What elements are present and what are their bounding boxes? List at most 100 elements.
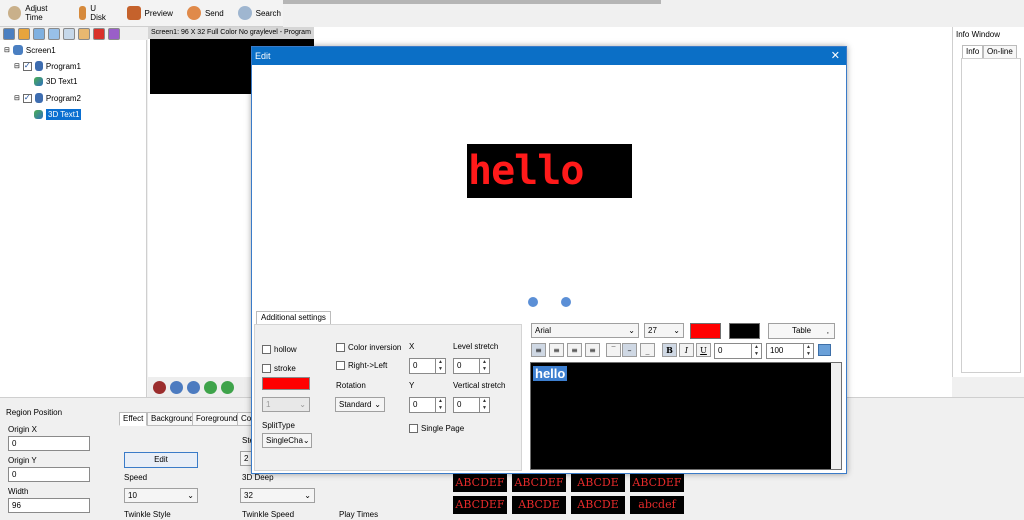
text-editor[interactable]: hello: [530, 362, 842, 470]
pause-icon[interactable]: [153, 380, 166, 394]
tree-node-3d-text1-selected[interactable]: 3D Text1: [34, 109, 82, 120]
tab-foreground[interactable]: Foreground: [192, 412, 242, 426]
tab-effect[interactable]: Effect: [119, 412, 148, 426]
effect-thumb-1[interactable]: ABCDEF: [453, 474, 507, 492]
image-icon[interactable]: [48, 28, 60, 40]
origin-y-input[interactable]: 0: [8, 467, 90, 482]
arrow-left-icon[interactable]: [204, 380, 217, 394]
single-page-option[interactable]: Single Page: [409, 424, 464, 433]
align-left-button[interactable]: ≡: [531, 343, 546, 357]
align-right-button[interactable]: ≡: [567, 343, 582, 357]
editor-scrollbar[interactable]: [831, 363, 841, 469]
close-icon[interactable]: ✕: [831, 47, 840, 65]
zoom-in-icon[interactable]: [528, 297, 538, 307]
x-stepper[interactable]: 0 ▲ ▼: [409, 358, 446, 374]
tree-node-screen1[interactable]: ⊟ Screen1: [4, 45, 56, 55]
tab-info[interactable]: Info: [962, 45, 984, 59]
program-icon[interactable]: [18, 28, 30, 40]
effect-thumb-5[interactable]: ABCDEF: [453, 496, 507, 514]
spacing-stepper[interactable]: 0 ▲ ▼: [714, 343, 762, 359]
single-page-checkbox[interactable]: [409, 424, 418, 433]
effect-thumb-2[interactable]: ABCDEF: [512, 474, 566, 492]
tree-node-program1[interactable]: ⊟ Program1: [14, 61, 81, 71]
down-arrow-icon[interactable]: ▼: [479, 366, 489, 373]
bold-button[interactable]: B: [662, 343, 677, 357]
down-arrow-icon[interactable]: ▼: [803, 351, 813, 358]
vertical-stretch-stepper[interactable]: 0 ▲ ▼: [453, 397, 490, 413]
valign-bottom-button[interactable]: _: [640, 343, 655, 357]
color-inversion-checkbox[interactable]: [336, 343, 345, 352]
level-stretch-stepper[interactable]: 0 ▲ ▼: [453, 358, 490, 374]
y-stepper[interactable]: 0 ▲ ▼: [409, 397, 446, 413]
search-button[interactable]: Search: [236, 2, 283, 24]
preview-button[interactable]: Preview: [125, 2, 175, 24]
stroke-checkbox[interactable]: [262, 364, 271, 373]
align-center-button[interactable]: ≡: [549, 343, 564, 357]
clock-area-icon[interactable]: [63, 28, 75, 40]
origin-x-input[interactable]: 0: [8, 436, 90, 451]
effect-thumb-4[interactable]: ABCDEF: [630, 474, 684, 492]
3d-deep-select[interactable]: 32 ⌄: [240, 488, 315, 503]
scale-stepper[interactable]: 100 ▲ ▼: [766, 343, 814, 359]
editor-text[interactable]: hello: [533, 366, 568, 381]
stroke-option[interactable]: stroke: [262, 364, 296, 373]
text-color-swatch[interactable]: [690, 323, 721, 339]
up-arrow-icon[interactable]: ▲: [479, 359, 489, 366]
valign-top-button[interactable]: ‾: [606, 343, 621, 357]
screen-icon[interactable]: [3, 28, 15, 40]
zoom-out-icon[interactable]: [561, 297, 571, 307]
tree-node-program2[interactable]: ⊟ Program2: [14, 93, 81, 103]
table-button[interactable]: Table ,: [768, 323, 835, 339]
stroke-color-swatch[interactable]: [262, 377, 310, 390]
right-left-option[interactable]: Right->Left: [336, 361, 387, 370]
text-icon[interactable]: [33, 28, 45, 40]
up-arrow-icon[interactable]: ▲: [751, 344, 761, 351]
tab-online[interactable]: On-line: [983, 45, 1017, 59]
adjust-time-button[interactable]: Adjust Time: [6, 2, 67, 24]
minus-icon[interactable]: ⊟: [4, 46, 10, 54]
delete-icon[interactable]: [93, 28, 105, 40]
italic-button[interactable]: I: [679, 343, 694, 357]
valign-middle-button[interactable]: –: [622, 343, 637, 357]
minus-icon[interactable]: ⊟: [14, 62, 20, 70]
arrow-right-icon[interactable]: [221, 380, 234, 394]
up-arrow-icon[interactable]: ▲: [435, 359, 445, 366]
up-arrow-icon[interactable]: ▲: [479, 398, 489, 405]
effect-thumb-6[interactable]: ABCDE: [512, 496, 566, 514]
additional-settings-tab[interactable]: Additional settings: [256, 311, 331, 325]
send-button[interactable]: Send: [185, 2, 226, 24]
background-color-swatch[interactable]: [729, 323, 760, 339]
up-arrow-icon[interactable]: ▲: [803, 344, 813, 351]
font-select[interactable]: Arial ⌄: [531, 323, 639, 338]
down-arrow-icon[interactable]: ▼: [435, 405, 445, 412]
u-disk-button[interactable]: U Disk: [77, 2, 115, 24]
hollow-checkbox[interactable]: [262, 345, 271, 354]
hollow-option[interactable]: hollow: [262, 345, 297, 354]
down-arrow-icon[interactable]: ▼: [435, 366, 445, 373]
splittype-select[interactable]: SingleCha ⌄: [262, 433, 312, 448]
color-inversion-option[interactable]: Color inversion: [336, 343, 401, 352]
zoom-in-icon[interactable]: [170, 380, 183, 394]
folder-icon[interactable]: [78, 28, 90, 40]
width-input[interactable]: 96: [8, 498, 90, 513]
speed-select[interactable]: 10 ⌄: [124, 488, 198, 503]
program1-checkbox[interactable]: [22, 61, 32, 71]
check-icon[interactable]: [108, 28, 120, 40]
right-left-checkbox[interactable]: [336, 361, 345, 370]
minus-icon[interactable]: ⊟: [14, 94, 20, 102]
program2-checkbox[interactable]: [22, 93, 32, 103]
tab-background[interactable]: Background: [147, 412, 198, 426]
up-arrow-icon[interactable]: ▲: [435, 398, 445, 405]
rotation-select[interactable]: Standard ⌄: [335, 397, 385, 412]
zoom-out-icon[interactable]: [187, 380, 200, 394]
effect-thumb-7[interactable]: ABCDE: [571, 496, 625, 514]
font-size-select[interactable]: 27 ⌄: [644, 323, 684, 338]
down-arrow-icon[interactable]: ▼: [751, 351, 761, 358]
edit-button[interactable]: Edit: [124, 452, 198, 468]
effect-thumb-8[interactable]: abcdef: [630, 496, 684, 514]
effect-thumb-3[interactable]: ABCDE: [571, 474, 625, 492]
image-icon[interactable]: [818, 344, 831, 356]
down-arrow-icon[interactable]: ▼: [479, 405, 489, 412]
justify-button[interactable]: ≡: [585, 343, 600, 357]
tree-node-3d-text1[interactable]: 3D Text1: [34, 77, 77, 86]
